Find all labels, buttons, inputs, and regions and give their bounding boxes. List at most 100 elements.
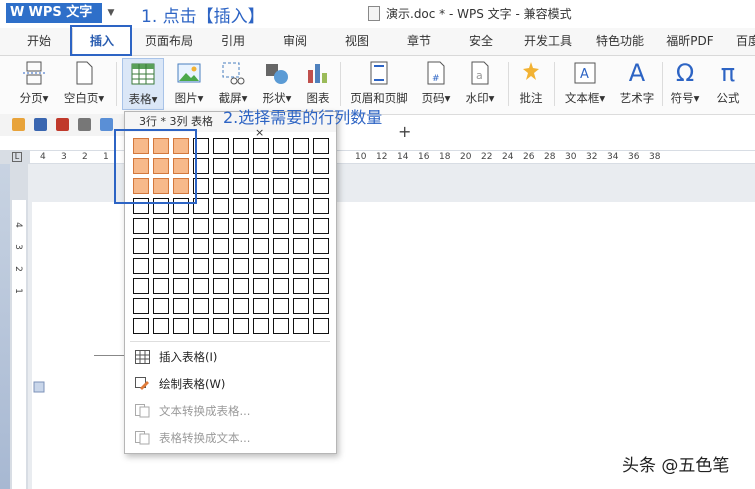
grid-cell[interactable] [133, 218, 149, 234]
save-icon[interactable] [34, 118, 47, 131]
formula-button[interactable]: π 公式 [708, 58, 748, 110]
grid-cell[interactable] [213, 238, 229, 254]
comment-button[interactable]: 批注 [512, 58, 550, 110]
grid-cell[interactable] [273, 138, 289, 154]
grid-cell[interactable] [273, 238, 289, 254]
chart-button[interactable]: 图表 [300, 58, 336, 110]
grid-cell[interactable] [273, 198, 289, 214]
tab-stop-selector[interactable]: L [12, 152, 22, 162]
grid-cell[interactable] [233, 238, 249, 254]
grid-cell[interactable] [253, 218, 269, 234]
grid-cell[interactable] [293, 198, 309, 214]
grid-cell[interactable] [233, 198, 249, 214]
grid-cell[interactable] [313, 298, 329, 314]
grid-cell[interactable] [273, 298, 289, 314]
grid-cell[interactable] [233, 258, 249, 274]
grid-cell[interactable] [253, 318, 269, 334]
print-icon[interactable] [78, 118, 91, 131]
draw-table-item[interactable]: 绘制表格(W) [125, 371, 336, 397]
grid-cell[interactable] [253, 278, 269, 294]
grid-cell[interactable] [133, 278, 149, 294]
header-footer-button[interactable]: 页眉和页脚 [344, 58, 414, 110]
grid-cell[interactable] [153, 218, 169, 234]
insert-table-item[interactable]: 插入表格(I) [125, 344, 336, 370]
grid-cell[interactable] [213, 218, 229, 234]
grid-cell[interactable] [253, 198, 269, 214]
grid-cell[interactable] [173, 218, 189, 234]
tab-home[interactable]: 开始 [12, 28, 66, 55]
grid-cell[interactable] [313, 218, 329, 234]
screenshot-button[interactable]: 截屏▾ [212, 58, 254, 110]
grid-cell[interactable] [233, 318, 249, 334]
grid-cell[interactable] [213, 278, 229, 294]
grid-cell[interactable] [253, 238, 269, 254]
grid-cell[interactable] [313, 238, 329, 254]
grid-cell[interactable] [293, 278, 309, 294]
grid-cell[interactable] [193, 278, 209, 294]
new-tab-plus-icon[interactable]: + [398, 122, 411, 141]
tab-review[interactable]: 审阅 [268, 28, 322, 55]
grid-cell[interactable] [153, 238, 169, 254]
grid-cell[interactable] [173, 298, 189, 314]
wps-app-menu[interactable]: W WPS 文字 [6, 3, 102, 23]
tab-foxit-pdf[interactable]: 福昕PDF [660, 28, 720, 55]
grid-cell[interactable] [173, 238, 189, 254]
grid-cell[interactable] [273, 318, 289, 334]
grid-cell[interactable] [193, 298, 209, 314]
page-break-button[interactable]: 分页▾ [12, 58, 56, 110]
grid-cell[interactable] [213, 158, 229, 174]
symbol-button[interactable]: Ω 符号▾ [664, 58, 706, 110]
grid-cell[interactable] [313, 178, 329, 194]
paragraph-layout-icon[interactable] [33, 381, 45, 393]
grid-cell[interactable] [293, 318, 309, 334]
watermark-button[interactable]: a 水印▾ [458, 58, 502, 110]
grid-cell[interactable] [233, 218, 249, 234]
grid-cell[interactable] [173, 258, 189, 274]
grid-cell[interactable] [173, 318, 189, 334]
grid-cell[interactable] [213, 178, 229, 194]
grid-cell[interactable] [293, 158, 309, 174]
grid-cell[interactable] [293, 258, 309, 274]
tab-page-layout[interactable]: 页面布局 [138, 28, 200, 55]
grid-cell[interactable] [273, 218, 289, 234]
picture-button[interactable]: 图片▾ [168, 58, 210, 110]
grid-cell[interactable] [313, 318, 329, 334]
export-pdf-icon[interactable] [56, 118, 69, 131]
grid-cell[interactable] [133, 238, 149, 254]
tab-developer[interactable]: 开发工具 [516, 28, 580, 55]
grid-cell[interactable] [313, 258, 329, 274]
tab-features[interactable]: 特色功能 [588, 28, 652, 55]
tab-references[interactable]: 引用 [206, 28, 260, 55]
grid-cell[interactable] [253, 138, 269, 154]
grid-cell[interactable] [233, 138, 249, 154]
grid-cell[interactable] [293, 238, 309, 254]
grid-cell[interactable] [193, 238, 209, 254]
grid-cell[interactable] [153, 258, 169, 274]
wordart-button[interactable]: A 艺术字 [614, 58, 660, 110]
grid-cell[interactable] [153, 278, 169, 294]
grid-cell[interactable] [253, 258, 269, 274]
grid-cell[interactable] [313, 198, 329, 214]
grid-cell[interactable] [133, 298, 149, 314]
grid-cell[interactable] [213, 258, 229, 274]
grid-cell[interactable] [193, 258, 209, 274]
grid-cell[interactable] [273, 278, 289, 294]
grid-cell[interactable] [233, 298, 249, 314]
blank-page-button[interactable]: 空白页▾ [58, 58, 110, 110]
print-preview-icon[interactable] [100, 118, 113, 131]
grid-cell[interactable] [233, 178, 249, 194]
grid-cell[interactable] [313, 158, 329, 174]
shapes-button[interactable]: 形状▾ [256, 58, 298, 110]
grid-cell[interactable] [293, 178, 309, 194]
grid-cell[interactable] [313, 138, 329, 154]
tab-view[interactable]: 视图 [330, 28, 384, 55]
text-to-table-item[interactable]: 文本转换成表格... [125, 398, 336, 424]
grid-cell[interactable] [273, 158, 289, 174]
grid-cell[interactable] [293, 298, 309, 314]
grid-cell[interactable] [213, 138, 229, 154]
tab-baidu[interactable]: 百度 [728, 28, 755, 55]
open-folder-icon[interactable] [12, 118, 25, 131]
grid-cell[interactable] [273, 178, 289, 194]
table-button[interactable]: 表格▾ [122, 58, 164, 110]
grid-cell[interactable] [133, 318, 149, 334]
